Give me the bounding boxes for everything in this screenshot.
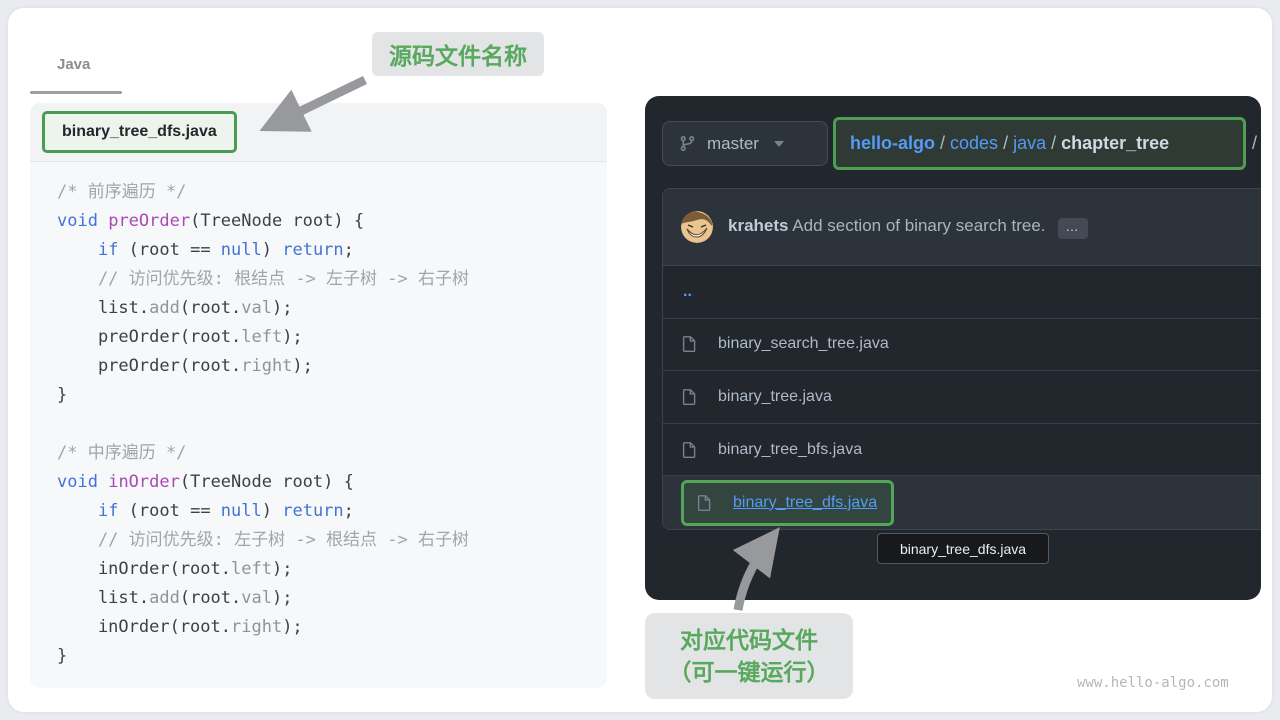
code-line: } [57,642,607,671]
file-row[interactable]: binary_tree.java [663,371,1261,424]
code-line: void inOrder(TreeNode root) { [57,468,607,497]
arrow-to-filename-icon [240,70,375,148]
code-line: /* 前序遍历 */ [57,178,607,207]
commit-row: krahets Add section of binary search tre… [663,189,1261,266]
code-line: // 访问优先级: 根结点 -> 左子树 -> 右子树 [57,265,607,294]
file-row[interactable]: binary_search_tree.java [663,319,1261,372]
code-line: /* 中序遍历 */ [57,439,607,468]
breadcrumb: hello-algo / codes / java / chapter_tree [833,117,1246,170]
breadcrumb-separator: / [1046,133,1061,154]
code-block: /* 前序遍历 */void preOrder(TreeNode root) {… [30,162,607,671]
code-line [57,410,607,439]
file-browser-box: krahets Add section of binary search tre… [662,188,1261,530]
git-branch-icon [679,135,696,152]
avatar[interactable] [681,211,713,243]
code-line: inOrder(root.right); [57,613,607,642]
tab-active-indicator [30,91,122,94]
file-tooltip: binary_tree_dfs.java [877,533,1049,564]
file-link[interactable]: binary_tree_bfs.java [718,441,862,459]
code-line: if (root == null) return; [57,236,607,265]
breadcrumb-segment[interactable]: chapter_tree [1061,133,1169,154]
file-link[interactable]: binary_search_tree.java [718,335,889,353]
file-link[interactable]: binary_tree.java [718,388,832,406]
branch-selector-button[interactable]: master [662,121,828,166]
code-line: list.add(root.val); [57,294,607,323]
breadcrumb-segment[interactable]: hello-algo [850,133,935,154]
commit-more-button[interactable]: … [1058,218,1088,239]
breadcrumb-trailing-slash: / [1252,133,1257,154]
code-line: // 访问优先级: 左子树 -> 根结点 -> 右子树 [57,526,607,555]
file-list: .. binary_search_tree.java binary_tree.j… [663,266,1261,529]
file-row[interactable]: binary_tree_bfs.java [663,424,1261,477]
file-row-highlighted[interactable]: binary_tree_dfs.java [663,476,1261,529]
code-line: preOrder(root.right); [57,352,607,381]
breadcrumb-separator: / [935,133,950,154]
code-panel: binary_tree_dfs.java /* 前序遍历 */void preO… [30,103,607,688]
code-line: } [57,381,607,410]
annotation-line1: 对应代码文件 [680,624,818,656]
code-line: preOrder(root.left); [57,323,607,352]
annotation-line2: （可一键运行） [669,656,830,688]
filename-badge: binary_tree_dfs.java [42,111,237,153]
commit-message-line[interactable]: krahets Add section of binary search tre… [728,216,1088,239]
parent-directory-link[interactable]: .. [681,283,692,301]
code-line: inOrder(root.left); [57,555,607,584]
file-link[interactable]: binary_tree_dfs.java [733,494,877,512]
annotation-source-file-label: 源码文件名称 [372,32,544,76]
commit-author[interactable]: krahets [728,216,788,235]
breadcrumb-segment[interactable]: codes [950,133,998,154]
breadcrumb-separator: / [998,133,1013,154]
watermark: www.hello-algo.com [1077,675,1229,691]
code-line: list.add(root.val); [57,584,607,613]
arrow-to-file-row-icon [722,524,792,616]
commit-message[interactable]: Add section of binary search tree. [792,216,1045,235]
chevron-down-icon [774,141,784,147]
file-icon [696,494,713,512]
file-icon [681,388,698,406]
figure-canvas: Java binary_tree_dfs.java /* 前序遍历 */void… [0,0,1280,720]
code-line: if (root == null) return; [57,497,607,526]
breadcrumb-segment[interactable]: java [1013,133,1046,154]
code-line: void preOrder(TreeNode root) { [57,207,607,236]
file-icon [681,441,698,459]
file-row[interactable]: .. [663,266,1261,319]
annotation-code-file-label: 对应代码文件 （可一键运行） [645,613,853,699]
branch-name: master [707,134,759,154]
tab-java[interactable]: Java [57,56,90,73]
file-icon [681,335,698,353]
